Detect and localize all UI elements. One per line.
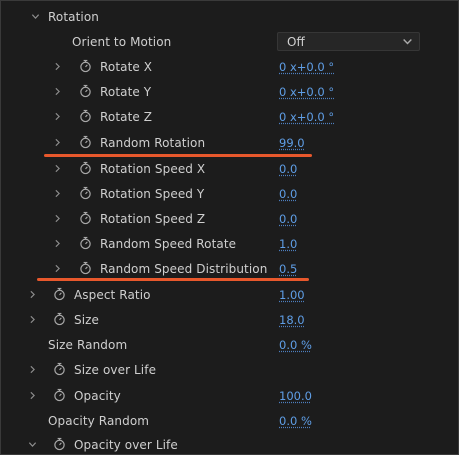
property-row: Rotation Speed Y 0.0 bbox=[1, 181, 458, 206]
stopwatch-icon[interactable] bbox=[52, 287, 66, 301]
stopwatch-icon[interactable] bbox=[52, 388, 66, 402]
property-row: Size Random 0.0 % bbox=[1, 332, 458, 357]
stopwatch-icon[interactable] bbox=[78, 59, 92, 73]
property-label: Aspect Ratio bbox=[74, 287, 151, 302]
property-label: Random Speed Rotate bbox=[100, 236, 237, 251]
property-row: Opacity over Life bbox=[1, 432, 458, 454]
property-label: Random Rotation bbox=[100, 135, 206, 150]
property-label: Random Speed Distribution bbox=[100, 261, 268, 276]
property-row: Aspect Ratio 1.00 bbox=[1, 282, 458, 307]
property-label: Opacity Random bbox=[48, 413, 150, 428]
property-row: Random Rotation 99.0 bbox=[1, 130, 458, 155]
property-value[interactable]: 0.5 bbox=[279, 262, 297, 276]
stopwatch-icon[interactable] bbox=[78, 236, 92, 250]
dropdown-value: Off bbox=[287, 34, 305, 49]
property-row: Size over Life bbox=[1, 357, 458, 382]
property-label: Size Random bbox=[48, 337, 128, 352]
stopwatch-icon[interactable] bbox=[78, 84, 92, 98]
property-row: Random Speed Rotate 1.0 bbox=[1, 231, 458, 256]
property-label: Size bbox=[74, 312, 100, 327]
property-value[interactable]: 100.0 bbox=[279, 389, 312, 403]
chevron-right-icon[interactable] bbox=[51, 212, 63, 224]
property-row: Rotation Speed X 0.0 bbox=[1, 156, 458, 181]
stopwatch-icon[interactable] bbox=[78, 109, 92, 123]
property-row: Rotate Z 0 x+0.0 ° bbox=[1, 104, 458, 129]
chevron-right-icon[interactable] bbox=[51, 85, 63, 97]
chevron-right-icon[interactable] bbox=[51, 187, 63, 199]
properties-panel: Rotation Orient to Motion Off Rotate X 0… bbox=[0, 0, 459, 455]
rotation-section-header[interactable]: Rotation bbox=[1, 4, 458, 29]
stopwatch-icon[interactable] bbox=[78, 261, 92, 275]
property-label: Rotate X bbox=[100, 59, 153, 74]
chevron-down-icon[interactable] bbox=[26, 438, 38, 450]
highlight-underline bbox=[37, 278, 309, 281]
property-row: Opacity 100.0 bbox=[1, 383, 458, 408]
property-value[interactable]: 0.0 % bbox=[279, 338, 312, 352]
chevron-right-icon[interactable] bbox=[26, 363, 38, 375]
property-row: Rotate X 0 x+0.0 ° bbox=[1, 54, 458, 79]
stopwatch-icon[interactable] bbox=[52, 312, 66, 326]
chevron-right-icon[interactable] bbox=[51, 110, 63, 122]
property-label: Opacity bbox=[74, 388, 121, 403]
property-value[interactable]: 0 x+0.0 ° bbox=[279, 60, 334, 74]
property-label: Rotate Z bbox=[100, 109, 153, 124]
chevron-right-icon[interactable] bbox=[51, 237, 63, 249]
property-value[interactable]: 0 x+0.0 ° bbox=[279, 85, 334, 99]
stopwatch-icon[interactable] bbox=[78, 186, 92, 200]
property-label: Opacity over Life bbox=[74, 437, 178, 452]
orient-to-motion-row: Orient to Motion Off bbox=[1, 29, 458, 54]
property-value[interactable]: 0.0 bbox=[279, 187, 297, 201]
orient-to-motion-dropdown[interactable]: Off bbox=[277, 32, 420, 51]
chevron-down-icon bbox=[402, 36, 413, 47]
stopwatch-icon[interactable] bbox=[52, 437, 66, 451]
property-row: Rotation Speed Z 0.0 bbox=[1, 206, 458, 231]
property-label: Rotation Speed Y bbox=[100, 186, 205, 201]
stopwatch-icon[interactable] bbox=[78, 135, 92, 149]
section-label: Rotation bbox=[48, 9, 99, 24]
chevron-down-icon[interactable] bbox=[29, 10, 41, 22]
orient-to-motion-label: Orient to Motion bbox=[72, 34, 172, 49]
stopwatch-icon[interactable] bbox=[78, 211, 92, 225]
chevron-right-icon[interactable] bbox=[51, 60, 63, 72]
property-value[interactable]: 0.0 bbox=[279, 212, 297, 226]
stopwatch-icon[interactable] bbox=[52, 362, 66, 376]
chevron-right-icon[interactable] bbox=[51, 136, 63, 148]
property-row: Rotate Y 0 x+0.0 ° bbox=[1, 79, 458, 104]
chevron-right-icon[interactable] bbox=[51, 162, 63, 174]
property-row: Size 18.0 bbox=[1, 307, 458, 332]
chevron-right-icon[interactable] bbox=[26, 288, 38, 300]
property-label: Rotate Y bbox=[100, 84, 152, 99]
property-row: Opacity Random 0.0 % bbox=[1, 408, 458, 433]
property-value[interactable]: 0.0 bbox=[279, 162, 297, 176]
stopwatch-icon[interactable] bbox=[78, 161, 92, 175]
chevron-right-icon[interactable] bbox=[26, 389, 38, 401]
property-value[interactable]: 0 x+0.0 ° bbox=[279, 110, 334, 124]
property-value[interactable]: 1.00 bbox=[279, 288, 305, 302]
property-label: Size over Life bbox=[74, 362, 157, 377]
property-value[interactable]: 1.0 bbox=[279, 237, 297, 251]
property-label: Rotation Speed Z bbox=[100, 211, 206, 226]
property-value[interactable]: 18.0 bbox=[279, 313, 305, 327]
property-value[interactable]: 0.0 % bbox=[279, 414, 312, 428]
property-value[interactable]: 99.0 bbox=[279, 136, 305, 150]
chevron-right-icon[interactable] bbox=[51, 262, 63, 274]
chevron-right-icon[interactable] bbox=[26, 313, 38, 325]
property-label: Rotation Speed X bbox=[100, 161, 206, 176]
